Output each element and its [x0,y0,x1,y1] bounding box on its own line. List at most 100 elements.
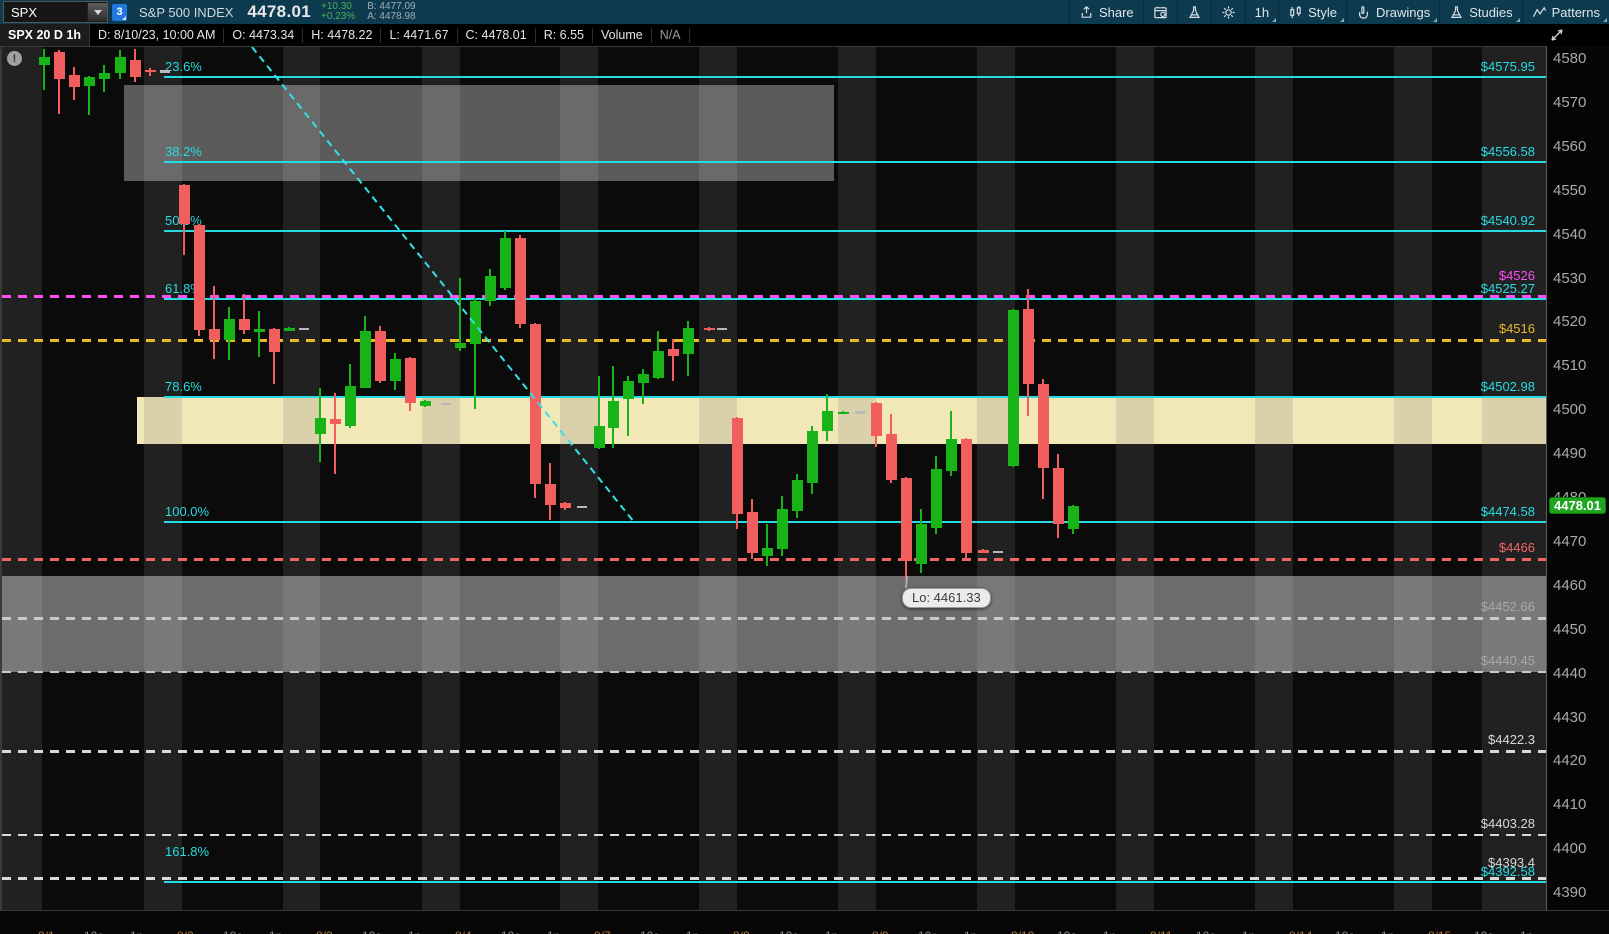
drawings-button[interactable]: Drawings [1346,0,1439,24]
top-toolbar: SPX 3 S&P 500 INDEX 4478.01 +10.30 +0.23%… [0,0,1609,24]
time-axis[interactable]: 8/1 10a 1p 8/2 10a 1p 8/3 10a 1p 8/4 10a 1p 8/7 10a 1p… [0,910,1609,934]
dropdown-corner-icon [1433,18,1438,22]
drawing-overlay [251,47,908,589]
calendar-button[interactable] [1142,0,1177,24]
y-axis-tick-label: 4500 [1553,401,1587,419]
x-axis-date-label: 8/2 [177,929,194,934]
x-axis-time-label: 1p [825,929,838,934]
x-axis-time-label: 1p [408,929,421,934]
last-price: 4478.01 [247,2,311,21]
y-axis-tick-label: 4560 [1553,137,1587,155]
x-axis-time-label: 10a [640,929,660,934]
x-axis-time-label: 1p [964,929,977,934]
x-axis-time-label: 1p [1381,929,1394,934]
x-axis-date-label: 8/3 [316,929,333,934]
dropdown-corner-icon [1603,18,1607,22]
x-axis-time-label: 1p [547,929,560,934]
dropdown-corner-icon [1515,18,1520,22]
style-button[interactable]: Style [1278,0,1346,24]
y-axis-tick-label: 4530 [1553,269,1587,287]
y-axis-tick-label: 4410 [1553,796,1587,814]
ohlc-items: D: 8/10/23, 10:00 AM O: 4473.34 H: 4478.22… [90,27,690,43]
pattern-icon [1532,5,1547,20]
x-axis-time-label: 10a [1196,929,1216,934]
x-axis-time-label: 10a [501,929,521,934]
studies-button[interactable]: Studies [1439,0,1521,24]
x-axis-date-label: 8/9 [872,929,889,934]
trendline-drawing[interactable] [251,47,635,523]
tooltip-pointer [905,575,908,589]
dropdown-corner-icon [1340,18,1345,22]
symbol-value[interactable]: SPX [4,5,87,20]
last-price-badge: 4478.01 [1549,496,1606,514]
x-axis-time-label: 10a [362,929,382,934]
instrument-name: S&P 500 INDEX [139,4,234,20]
x-axis-date-label: 8/4 [455,929,472,934]
calendar-icon [1153,5,1168,20]
x-axis-time-label: 10a [1474,929,1494,934]
candles-icon [1288,5,1303,20]
ohlc-item: H: 4478.22 [303,27,382,43]
collapse-chart-icon[interactable] [1549,27,1565,48]
x-axis-time-label: 1p [1520,929,1533,934]
x-axis-date-label: 8/7 [594,929,611,934]
symbol-input[interactable]: SPX [3,1,108,23]
y-axis-tick-label: 4440 [1553,664,1587,682]
y-axis-tick-label: 4580 [1553,50,1587,67]
x-axis-time-label: 1p [686,929,699,934]
linked-group-badge[interactable]: 3 [112,3,127,21]
ohlc-item: D: 8/10/23, 10:00 AM [90,27,225,43]
ohlc-item: L: 4471.67 [381,27,458,43]
ohlc-bar: SPX 20 D 1h D: 8/10/23, 10:00 AM O: 4473.… [0,24,1609,46]
y-axis-tick-label: 4550 [1553,181,1587,199]
x-axis-date-label: 8/15 [1428,929,1451,934]
toolbar-buttons: Share 1h Style Drawings Studies Patterns [1068,0,1609,24]
x-axis-time-label: 1p [269,929,282,934]
button-label: Patterns [1551,4,1600,20]
button-label: 1h [1254,4,1270,20]
x-axis-date-label: 8/8 [733,929,750,934]
share-button[interactable]: Share [1068,0,1143,24]
price-axis[interactable]: 4580 4570 4560 4550 4540 4530 4520 4510 4500 4490… [1546,46,1609,910]
ohlc-item: Volume [593,27,652,43]
price-chart[interactable]: ! 23.6%$4575.9538.2%$4556.5850.0%$4540.9… [0,46,1548,911]
symbol-dropdown-button[interactable] [87,3,107,21]
ohlc-item: C: 4478.01 [458,27,536,43]
gear-button[interactable] [1210,0,1245,24]
x-axis-time-label: 1p [1242,929,1255,934]
gear-icon [1221,5,1236,20]
bid-ask: B: 4477.09 A: 4478.98 [367,1,416,22]
y-axis-tick-label: 4420 [1553,752,1587,770]
y-axis-tick-label: 4460 [1553,576,1587,594]
ohlc-item: O: 4473.34 [224,27,304,43]
price-change: +10.30 +0.23% [320,1,356,22]
y-axis-tick-label: 4400 [1553,840,1587,858]
hand-icon [1356,5,1371,20]
x-axis-time-label: 10a [1057,929,1077,934]
trading-app-window: SPX 3 S&P 500 INDEX 4478.01 +10.30 +0.23%… [0,0,1609,934]
y-axis-tick-label: 4430 [1553,708,1587,726]
y-axis-tick-label: 4520 [1553,313,1587,331]
y-axis-tick-label: 4450 [1553,620,1587,638]
y-axis-tick-label: 4540 [1553,225,1587,243]
button-label: Style [1308,4,1338,20]
button-label: Share [1098,4,1134,20]
flask-icon [1449,5,1464,20]
y-axis-tick-label: 4390 [1553,884,1587,902]
patterns-button[interactable]: Patterns [1521,0,1609,24]
x-axis-time-label: 10a [223,929,243,934]
flask-button[interactable] [1176,0,1211,24]
ohlc-item: R: 6.55 [536,27,594,43]
y-axis-tick-label: 4510 [1553,357,1587,375]
y-axis-tick-label: 4570 [1553,93,1587,111]
flask-icon [1187,5,1202,20]
x-axis-time-label: 1p [1103,929,1116,934]
1h-button[interactable]: 1h [1244,0,1278,24]
x-axis-date-label: 8/10 [1011,929,1034,934]
x-axis-date-label: 8/14 [1289,929,1312,934]
share-icon [1079,5,1094,20]
x-axis-time-label: 10a [918,929,938,934]
low-value-tooltip: Lo: 4461.33 [902,588,991,608]
x-axis-time-label: 10a [1335,929,1355,934]
chart-title-chip[interactable]: SPX 20 D 1h [0,24,90,46]
